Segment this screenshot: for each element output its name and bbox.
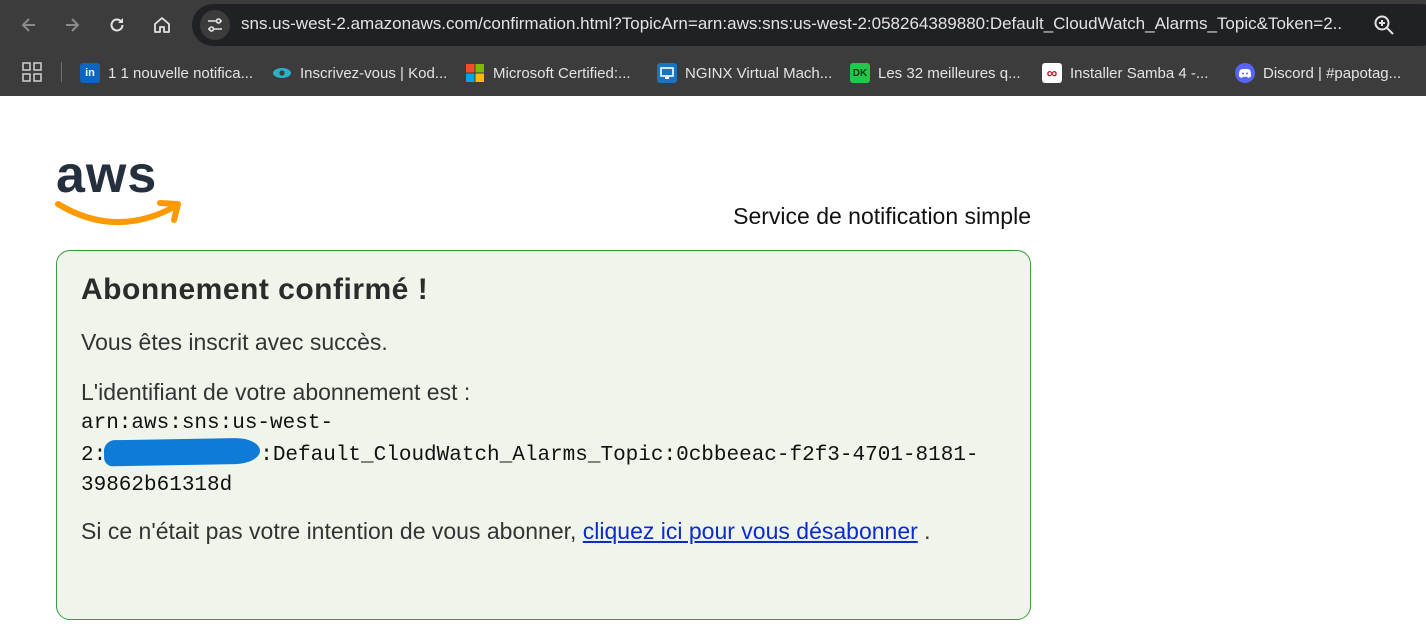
- arn-line-2-prefix: 2:: [81, 444, 107, 467]
- bookmark-label: Installer Samba 4 -...: [1070, 64, 1209, 82]
- microsoft-icon: [465, 63, 485, 83]
- bookmarks-divider: [61, 62, 62, 82]
- home-icon: [154, 17, 170, 33]
- url-text[interactable]: sns.us-west-2.amazonaws.com/confirmation…: [241, 14, 1341, 34]
- page-title: Abonnement confirmé !: [81, 273, 429, 306]
- arn-line-2-suffix: :Default_CloudWatch_Alarms_Topic:0cbbeea…: [260, 444, 979, 467]
- service-name: Service de notification simple: [733, 203, 1031, 229]
- home-button[interactable]: [145, 8, 179, 42]
- svg-text:aws: aws: [56, 146, 157, 204]
- arn-line-1: arn:aws:sns:us-west-: [81, 412, 334, 435]
- forward-button[interactable]: [55, 8, 89, 42]
- bookmark-label: 1 1 nouvelle notifica...: [108, 64, 254, 82]
- arn-line-3: 39862b61318d: [81, 474, 233, 497]
- arn-line-2: 2: :Default_CloudWatch_Alarms_Topic:0cbbe…: [81, 437, 981, 471]
- bookmark-kodekloud[interactable]: Inscrivez-vous | Kod...: [272, 59, 447, 87]
- nginx-vm-icon: [657, 63, 677, 83]
- bookmark-linkedin[interactable]: in 1 1 nouvelle notifica...: [80, 59, 253, 87]
- linkedin-icon: in: [80, 63, 100, 83]
- browser-toolbar: sns.us-west-2.amazonaws.com/confirmation…: [0, 0, 1426, 50]
- address-bar[interactable]: sns.us-west-2.amazonaws.com/confirmation…: [192, 4, 1426, 46]
- unsubscribe-suffix: .: [924, 518, 931, 544]
- redaction-mark: [104, 437, 261, 467]
- bookmark-dk[interactable]: DK Les 32 meilleures q...: [850, 59, 1021, 87]
- unsubscribe-link[interactable]: cliquez ici pour vous désabonner: [583, 518, 918, 544]
- back-button[interactable]: [12, 8, 46, 42]
- aws-logo: aws: [55, 146, 181, 225]
- dk-icon: DK: [850, 63, 870, 83]
- confirmation-panel: Abonnement confirmé ! Vous êtes inscrit …: [56, 250, 1031, 620]
- success-message: Vous êtes inscrit avec succès.: [81, 329, 388, 355]
- bookmark-nginx[interactable]: NGINX Virtual Mach...: [657, 59, 832, 87]
- bookmark-label: Inscrivez-vous | Kod...: [300, 64, 448, 82]
- eye-logo-icon: [272, 63, 292, 83]
- forward-arrow-icon: [66, 18, 80, 32]
- site-info-button[interactable]: [200, 10, 230, 40]
- infinity-icon: ∞: [1042, 63, 1062, 83]
- reload-icon: [110, 18, 124, 32]
- bookmark-samba[interactable]: ∞ Installer Samba 4 -...: [1042, 59, 1208, 87]
- back-arrow-icon: [21, 18, 35, 32]
- bookmark-label: Discord | #papotag...: [1263, 64, 1402, 82]
- subscription-id-label: L'identifiant de votre abonnement est :: [81, 379, 471, 405]
- tune-icon: [208, 18, 222, 32]
- bookmark-label: Microsoft Certified:...: [493, 64, 631, 82]
- apps-grid-icon[interactable]: [21, 61, 43, 83]
- bookmark-label: NGINX Virtual Mach...: [685, 64, 833, 82]
- zoom-icon[interactable]: [1372, 13, 1396, 37]
- unsubscribe-text: Si ce n'était pas votre intention de vou…: [81, 517, 961, 546]
- bookmark-label: Les 32 meilleures q...: [878, 64, 1021, 82]
- unsubscribe-prefix: Si ce n'était pas votre intention de vou…: [81, 518, 577, 544]
- bookmark-discord[interactable]: Discord | #papotag...: [1235, 59, 1401, 87]
- bookmark-microsoft[interactable]: Microsoft Certified:...: [465, 59, 631, 87]
- reload-button[interactable]: [100, 8, 134, 42]
- bookmarks-bar: in 1 1 nouvelle notifica... Inscrivez-vo…: [0, 50, 1426, 96]
- discord-icon: [1235, 63, 1255, 83]
- subscription-arn: arn:aws:sns:us-west- 2: :Default_CloudWat…: [81, 409, 981, 501]
